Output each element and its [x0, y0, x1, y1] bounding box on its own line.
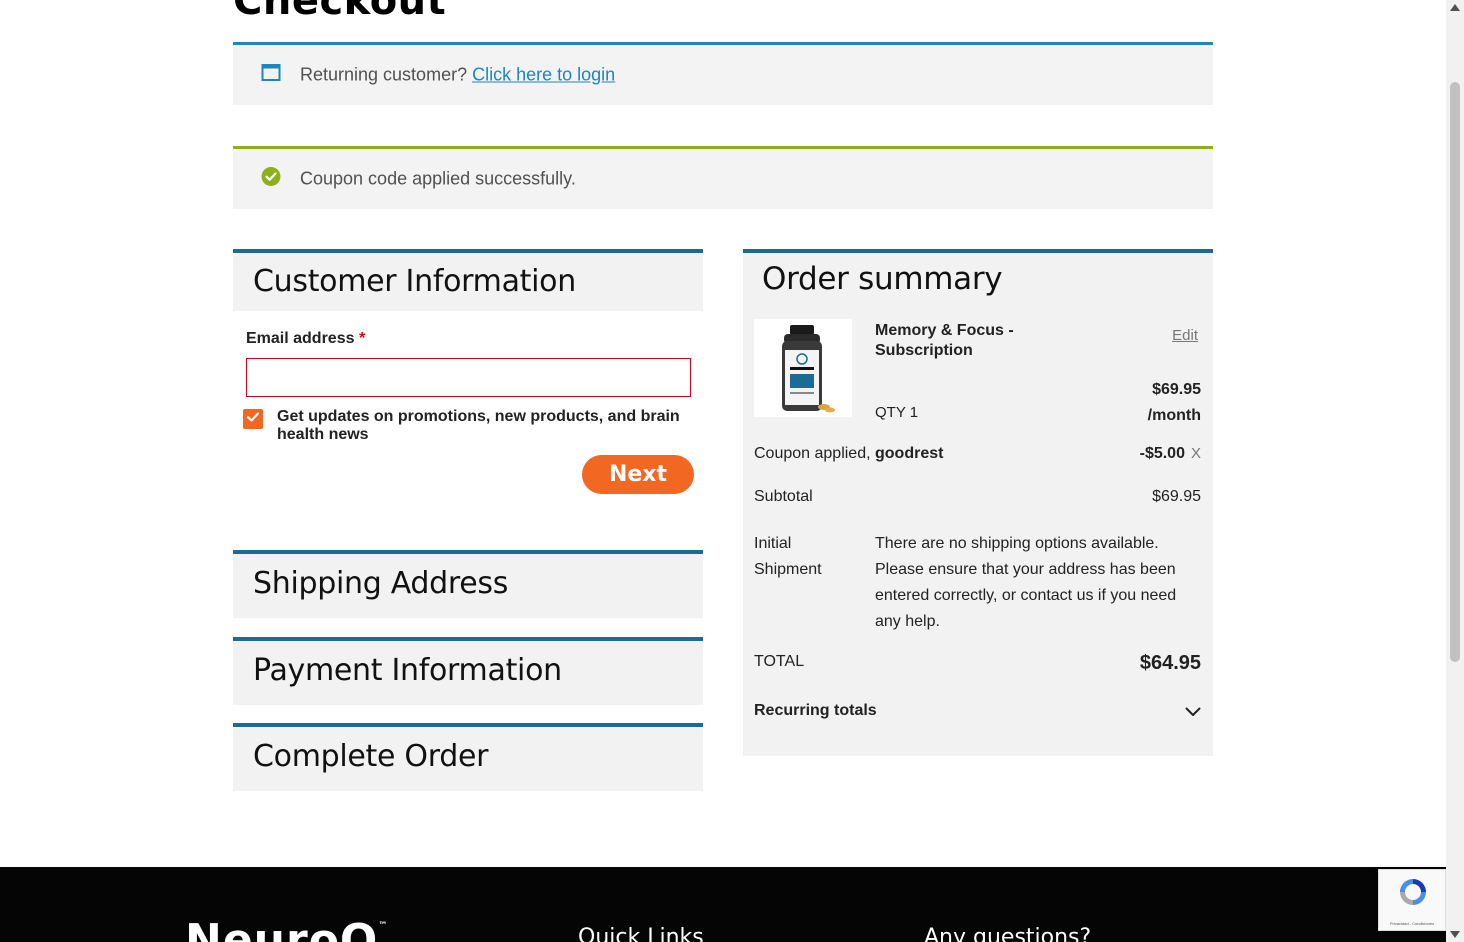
- email-label: Email address *: [246, 330, 366, 347]
- scroll-thumb[interactable]: [1450, 82, 1460, 662]
- page-title: Checkout: [233, 0, 447, 24]
- returning-customer-notice: Returning customer? Click here to login: [233, 42, 1213, 105]
- coupon-success-notice: Coupon code applied successfully.: [233, 146, 1213, 209]
- price-period: /month: [1147, 407, 1201, 424]
- customer-information-heading: Customer Information: [253, 264, 576, 299]
- returning-customer-text: Returning customer?: [300, 64, 468, 85]
- recaptcha-text[interactable]: Privacidad - Condiciones: [1383, 921, 1441, 926]
- subtotal-row: Subtotal $69.95: [754, 488, 1201, 506]
- coupon-row: Coupon applied, goodrest -$5.00 X: [754, 445, 1201, 463]
- required-mark: *: [358, 330, 366, 347]
- subtotal-value: $69.95: [1152, 488, 1201, 505]
- subtotal-label: Subtotal: [754, 488, 813, 505]
- complete-order-heading: Complete Order: [253, 739, 489, 774]
- login-link[interactable]: Click here to login: [472, 65, 615, 85]
- customer-information-section: Customer Information: [233, 249, 703, 311]
- order-summary: Order summary Memory & Focus - Subscript…: [743, 249, 1213, 756]
- scroll-up-arrow[interactable]: [1450, 4, 1460, 11]
- recaptcha-icon: [1397, 876, 1429, 913]
- questions-heading: Any questions?: [924, 925, 1092, 942]
- chevron-down-icon[interactable]: [1185, 704, 1201, 722]
- shipping-address-section[interactable]: Shipping Address: [233, 550, 703, 618]
- email-input[interactable]: [246, 358, 691, 397]
- coupon-amount: -$5.00: [1139, 445, 1185, 462]
- scroll-down-arrow[interactable]: [1450, 931, 1460, 938]
- window-icon: [261, 63, 281, 88]
- checkmark-icon: [246, 410, 260, 429]
- recurring-totals-label: Recurring totals: [754, 702, 877, 719]
- updates-checkbox[interactable]: [243, 409, 263, 429]
- complete-order-section[interactable]: Complete Order: [233, 723, 703, 791]
- shipping-address-heading: Shipping Address: [253, 566, 509, 601]
- initial-shipment-label: Initial Shipment: [754, 535, 822, 578]
- payment-information-heading: Payment Information: [253, 653, 562, 688]
- quick-links-heading: Quick Links: [578, 925, 704, 942]
- total-row: TOTAL $64.95: [754, 652, 1201, 674]
- updates-checkbox-label[interactable]: Get updates on promotions, new products,…: [277, 408, 697, 444]
- product-image: [754, 319, 852, 417]
- product-quantity: QTY 1: [875, 404, 919, 421]
- edit-link[interactable]: Edit: [1172, 327, 1198, 344]
- coupon-label: Coupon applied,: [754, 445, 871, 462]
- product-price: $69.95 /month: [1148, 377, 1201, 429]
- trademark-mark: ™: [378, 921, 389, 931]
- product-name: Memory & Focus - Subscription: [875, 322, 1014, 359]
- recurring-totals-toggle[interactable]: Recurring totals: [754, 702, 1201, 720]
- remove-coupon-button[interactable]: X: [1191, 445, 1201, 462]
- total-value: $64.95: [1139, 652, 1201, 674]
- next-button[interactable]: Next: [582, 455, 694, 494]
- footer: NeuroQ™ Quick Links Any questions?: [0, 867, 1446, 942]
- scrollbar[interactable]: [1446, 0, 1464, 942]
- total-label: TOTAL: [754, 653, 805, 670]
- coupon-success-text: Coupon code applied successfully.: [300, 168, 576, 189]
- coupon-code: goodrest: [875, 445, 944, 462]
- shipping-message: There are no shipping options available.…: [875, 535, 1177, 630]
- payment-information-section[interactable]: Payment Information: [233, 637, 703, 705]
- price-amount: $69.95: [1152, 381, 1201, 398]
- order-summary-heading: Order summary: [762, 261, 1003, 297]
- check-circle-icon: [261, 167, 281, 192]
- recaptcha-badge[interactable]: Privacidad - Condiciones: [1378, 869, 1446, 931]
- footer-logo[interactable]: NeuroQ™: [185, 915, 388, 942]
